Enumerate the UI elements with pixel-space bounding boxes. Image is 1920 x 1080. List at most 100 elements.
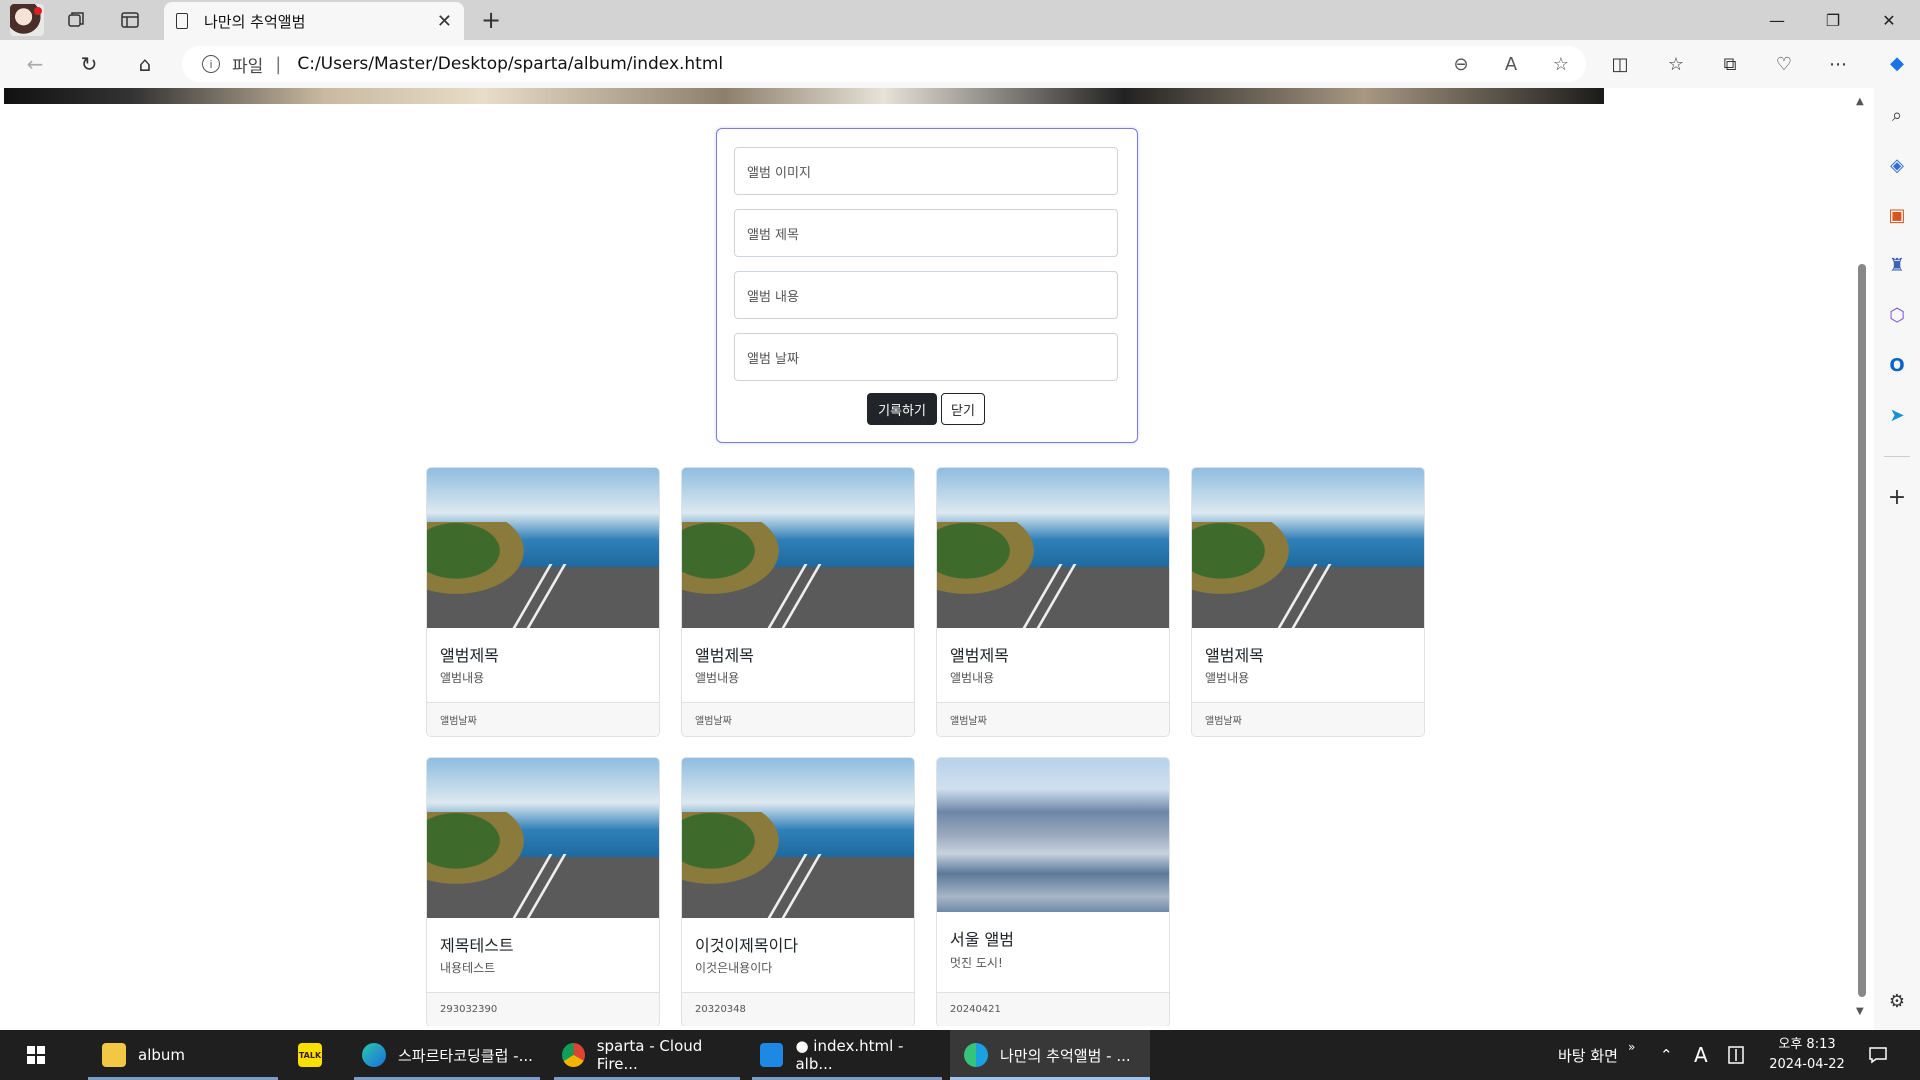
page-scrollbar[interactable]: ▲ ▼	[1850, 88, 1874, 1026]
read-aloud-icon[interactable]: A	[1486, 54, 1536, 75]
card-title: 앨범제목	[440, 646, 499, 665]
seoul-city-image	[937, 758, 1169, 912]
restore-icon[interactable]: ❐	[1806, 0, 1860, 40]
close-form-button[interactable]: 닫기	[941, 393, 985, 425]
album-image-input[interactable]: 앨범 이미지	[734, 147, 1118, 195]
album-card[interactable]: 이것이제목이다 이것은내용이다 20320348	[681, 757, 915, 1026]
browser-tab-bar: 나만의 추억앨범 ✕ + — ❐ ✕	[0, 0, 1920, 40]
back-arrow-icon[interactable]: ←	[18, 48, 52, 80]
edge-icon	[964, 1043, 988, 1067]
tools-icon[interactable]: ▣	[1884, 202, 1910, 228]
new-tab-button[interactable]: +	[476, 4, 506, 36]
games-icon[interactable]: ♜	[1884, 252, 1910, 278]
minimize-icon[interactable]: —	[1750, 0, 1804, 40]
album-post-form: 앨범 이미지 앨범 제목 앨범 내용 앨범 날짜 기록하기 닫기	[716, 128, 1138, 443]
address-bar[interactable]: i 파일 | C:/Users/Master/Desktop/sparta/al…	[182, 46, 1586, 82]
copilot-icon[interactable]: ◆	[1884, 50, 1910, 76]
card-date: 앨범날짜	[1192, 702, 1424, 736]
card-text: 앨범내용	[950, 671, 995, 685]
album-card[interactable]: 앨범제목 앨범내용 앨범날짜	[426, 467, 660, 737]
microsoft-365-icon[interactable]: ⬡	[1884, 302, 1910, 328]
kakaotalk-icon: TALK	[298, 1043, 322, 1067]
show-desktop-toolbar[interactable]: 바탕 화면 »	[1558, 1030, 1635, 1080]
document-icon	[176, 13, 188, 29]
url-text[interactable]: C:/Users/Master/Desktop/sparta/album/ind…	[297, 54, 1436, 74]
desktop-label: 바탕 화면	[1558, 1046, 1618, 1065]
coastal-road-image	[682, 758, 914, 918]
card-text: 멋진 도시!	[950, 956, 1003, 970]
windows-start-icon[interactable]	[16, 1030, 56, 1080]
windows-taskbar: album TALK 스파르타코딩클럽 -... sparta - Cloud …	[0, 1030, 1920, 1080]
profile-avatar[interactable]	[10, 4, 44, 36]
taskbar-item-label: 스파르타코딩클럽 -...	[398, 1046, 533, 1065]
browser-tab-active[interactable]: 나만의 추억앨범 ✕	[164, 2, 464, 40]
taskbar-item-vscode[interactable]: ● index.html - alb...	[752, 1030, 942, 1080]
tab-title: 나만의 추억앨범	[204, 12, 306, 31]
album-title-input[interactable]: 앨범 제목	[734, 209, 1118, 257]
window-close-icon[interactable]: ✕	[1862, 0, 1916, 40]
collections-icon[interactable]: ⧉	[1710, 48, 1750, 80]
card-title: 서울 앨범	[950, 930, 1014, 949]
chrome-icon	[562, 1043, 585, 1067]
vertical-tabs-icon[interactable]	[112, 4, 148, 36]
folder-icon	[102, 1043, 126, 1067]
taskbar-item-kakaotalk[interactable]: TALK	[296, 1030, 332, 1080]
scroll-thumb[interactable]	[1858, 264, 1866, 997]
add-icon[interactable]: +	[1884, 484, 1910, 510]
card-title: 제목테스트	[440, 936, 514, 955]
taskbar-item-chrome[interactable]: sparta - Cloud Fire...	[554, 1030, 740, 1080]
split-screen-icon[interactable]: ◫	[1600, 48, 1640, 80]
album-card[interactable]: 앨범제목 앨범내용 앨범날짜	[936, 467, 1170, 737]
card-text: 이것은내용이다	[695, 961, 773, 975]
card-date: 앨범날짜	[427, 702, 659, 736]
tab-close-icon[interactable]: ✕	[437, 11, 452, 32]
album-card[interactable]: 제목테스트 내용테스트 293032390	[426, 757, 660, 1026]
album-date-input[interactable]: 앨범 날짜	[734, 333, 1118, 381]
card-date: 20320348	[682, 992, 914, 1026]
taskbar-item-label: album	[138, 1046, 185, 1064]
album-card[interactable]: 앨범제목 앨범내용 앨범날짜	[1191, 467, 1425, 737]
more-menu-icon[interactable]: ⋯	[1818, 48, 1858, 80]
card-title: 앨범제목	[950, 646, 1009, 665]
scroll-down-icon[interactable]: ▼	[1856, 1006, 1864, 1017]
sidebar-divider	[1884, 456, 1910, 457]
taskbar-item-explorer[interactable]: album	[88, 1030, 278, 1080]
card-text: 앨범내용	[695, 671, 740, 685]
card-title: 앨범제목	[1205, 646, 1264, 665]
card-text: 내용테스트	[440, 961, 496, 975]
card-date: 293032390	[427, 992, 659, 1026]
home-icon[interactable]: ⌂	[128, 48, 162, 80]
browser-essentials-icon[interactable]: ♡	[1764, 48, 1804, 80]
search-icon[interactable]: ⌕	[1884, 102, 1910, 128]
taskbar-item-edge[interactable]: 나만의 추억앨범 - ...	[950, 1030, 1150, 1080]
card-date: 20240421	[937, 992, 1169, 1026]
notification-icon[interactable]	[1868, 1030, 1888, 1080]
taskbar-item-label: 나만의 추억앨범 - ...	[1000, 1046, 1131, 1065]
album-card[interactable]: 서울 앨범 멋진 도시! 20240421	[936, 757, 1170, 1026]
taskbar-item-sparta-browser[interactable]: 스파르타코딩클럽 -...	[354, 1030, 540, 1080]
favorites-icon[interactable]: ☆	[1656, 48, 1696, 80]
shopping-tag-icon[interactable]: ◈	[1884, 152, 1910, 178]
card-text: 앨범내용	[440, 671, 485, 685]
workspaces-icon[interactable]	[58, 4, 94, 36]
album-content-input[interactable]: 앨범 내용	[734, 271, 1118, 319]
favorite-star-icon[interactable]: ☆	[1536, 54, 1586, 75]
page-viewport: 앨범 이미지 앨범 제목 앨범 내용 앨범 날짜 기록하기 닫기 앨범제목 앨범…	[4, 88, 1850, 1026]
album-card[interactable]: 앨범제목 앨범내용 앨범날짜	[681, 467, 915, 737]
send-icon[interactable]: ➤	[1884, 402, 1910, 428]
info-icon[interactable]: i	[202, 55, 220, 73]
outlook-icon[interactable]: O	[1884, 352, 1910, 378]
save-record-button[interactable]: 기록하기	[867, 393, 937, 425]
ime-indicator[interactable]: A	[1694, 1030, 1708, 1080]
zoom-out-icon[interactable]: ⊖	[1436, 54, 1486, 75]
coastal-road-image	[682, 468, 914, 628]
chevron-double-icon[interactable]: »	[1628, 1040, 1635, 1054]
tray-chevron-icon[interactable]: ⌃	[1660, 1030, 1673, 1080]
coastal-road-image	[427, 468, 659, 628]
settings-gear-icon[interactable]: ⚙	[1884, 988, 1910, 1014]
input-mode-icon[interactable]	[1728, 1030, 1744, 1080]
coastal-road-image	[1192, 468, 1424, 628]
refresh-icon[interactable]: ↻	[72, 48, 106, 80]
system-clock[interactable]: 오후 8:13 2024-04-22	[1762, 1035, 1852, 1075]
scroll-up-icon[interactable]: ▲	[1856, 96, 1864, 107]
